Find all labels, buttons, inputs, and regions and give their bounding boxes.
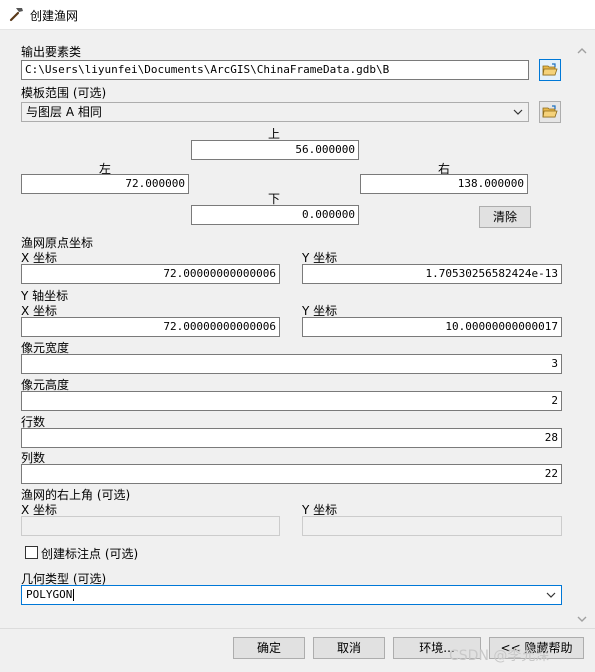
create-labels-label: 创建标注点 (可选): [41, 547, 139, 561]
cell-height-input[interactable]: 2: [21, 391, 562, 411]
cols-input[interactable]: 22: [21, 464, 562, 484]
cancel-button[interactable]: 取消: [313, 637, 385, 659]
chevron-down-icon: [546, 592, 556, 598]
title-bar: 创建渔网: [0, 0, 595, 30]
folder-open-icon: [542, 105, 558, 118]
chevron-up-icon[interactable]: [576, 46, 588, 56]
y-axis-x-input[interactable]: 72.00000000000006: [21, 317, 280, 337]
output-browse-button[interactable]: [539, 59, 561, 81]
chevron-down-icon: [513, 109, 523, 115]
extent-left-input[interactable]: 72.000000: [21, 174, 189, 194]
vertical-scrollbar[interactable]: [568, 30, 595, 628]
template-extent-select[interactable]: 与图层 A 相同: [21, 102, 529, 122]
chevron-down-icon[interactable]: [576, 614, 588, 624]
extent-right-input[interactable]: 138.000000: [360, 174, 528, 194]
create-labels-checkbox[interactable]: [25, 546, 38, 559]
output-features-input[interactable]: C:\Users\liyunfei\Documents\ArcGIS\China…: [21, 60, 529, 80]
cell-width-input[interactable]: 3: [21, 354, 562, 374]
origin-x-input[interactable]: 72.00000000000006: [21, 264, 280, 284]
extent-bottom-input[interactable]: 0.000000: [191, 205, 359, 225]
hammer-icon: [9, 8, 23, 22]
origin-y-input[interactable]: 1.70530256582424e-13: [302, 264, 562, 284]
template-extent-label: 模板范围 (可选): [21, 86, 107, 100]
extent-top-input[interactable]: 56.000000: [191, 140, 359, 160]
geometry-type-select[interactable]: POLYGON: [21, 585, 562, 605]
extent-browse-button[interactable]: [539, 101, 561, 123]
output-features-label: 输出要素类: [21, 45, 82, 59]
text-cursor: [73, 589, 75, 601]
corner-y-input[interactable]: [302, 516, 562, 536]
y-axis-y-input[interactable]: 10.00000000000017: [302, 317, 562, 337]
folder-open-icon: [542, 63, 558, 76]
watermark: CSDN @李允深: [449, 648, 550, 664]
geometry-type-value: POLYGON: [26, 588, 73, 601]
rows-input[interactable]: 28: [21, 428, 562, 448]
corner-x-input[interactable]: [21, 516, 280, 536]
ok-button[interactable]: 确定: [233, 637, 305, 659]
template-extent-value: 与图层 A 相同: [26, 105, 102, 119]
window-title: 创建渔网: [30, 9, 79, 23]
clear-button[interactable]: 清除: [479, 206, 531, 228]
